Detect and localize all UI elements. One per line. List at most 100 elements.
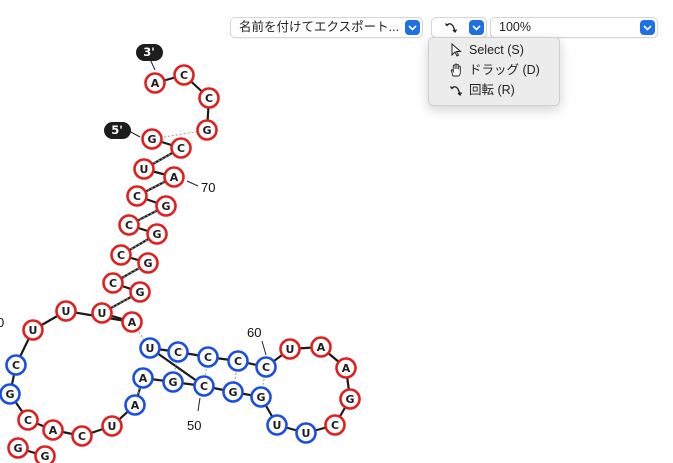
nucleotide-letter: C (125, 219, 133, 232)
nucleotide-letter: C (262, 361, 270, 374)
nucleotide[interactable]: G (7, 437, 29, 459)
nucleotide-letter: C (177, 142, 185, 155)
nucleotide[interactable]: C (193, 375, 215, 397)
nucleotide[interactable]: A (310, 336, 332, 358)
nucleotide[interactable]: C (71, 425, 93, 447)
nucleotide-letter: C (24, 414, 32, 427)
toolbar: 名前を付けてエクスポート... 100% (0, 0, 673, 40)
menu-item-select[interactable]: Select (S) (429, 40, 559, 60)
nucleotide[interactable]: G (146, 223, 168, 245)
nucleotide[interactable]: C (102, 272, 124, 294)
nucleotide-letter: A (128, 316, 137, 329)
nucleotide-letter: C (109, 277, 117, 290)
nucleotide[interactable]: G (155, 195, 177, 217)
nucleotide-letter: U (108, 420, 117, 433)
chevron-down-icon (640, 20, 655, 35)
nucleotide[interactable]: G (141, 128, 163, 150)
nucleotide[interactable]: A (124, 394, 146, 416)
nucleotide[interactable]: G (162, 371, 184, 393)
nucleotide[interactable]: G (0, 383, 21, 405)
nucleotide[interactable]: A (335, 357, 357, 379)
nucleotide[interactable]: G (222, 381, 244, 403)
tool-menu: Select (S) ドラッグ (D) 回転 (R) (428, 37, 560, 106)
position-number: 0 (0, 315, 4, 330)
nucleotide[interactable]: U (22, 319, 44, 341)
nucleotide[interactable]: G (196, 119, 218, 141)
nucleotide[interactable]: C (5, 354, 27, 376)
nucleotide-letter: C (117, 249, 125, 262)
nucleotide[interactable]: A (132, 367, 154, 389)
nucleotide-letter: C (204, 351, 212, 364)
nucleotide[interactable]: G (137, 252, 159, 274)
nucleotide-letter: A (151, 77, 160, 90)
nucleotide[interactable]: C (255, 356, 277, 378)
nucleotide[interactable]: A (42, 419, 64, 441)
nucleotide[interactable]: C (17, 409, 39, 431)
tool-dropdown[interactable] (431, 17, 487, 38)
nucleotide[interactable]: U (55, 300, 77, 322)
nucleotide-letter: G (256, 391, 265, 404)
position-number: 70 (201, 180, 215, 195)
nucleotide-letter: C (205, 92, 213, 105)
label-tick (261, 340, 267, 356)
label-tick (186, 180, 199, 187)
nucleotide[interactable]: G (129, 281, 151, 303)
nucleotide[interactable]: A (144, 72, 166, 94)
nucleotide[interactable]: U (91, 302, 113, 324)
five-prime-end-label: 5' (104, 122, 131, 139)
nucleotide-letter: C (234, 355, 242, 368)
chevron-down-icon (405, 20, 420, 35)
zoom-dropdown[interactable]: 100% (490, 17, 658, 38)
nucleotide[interactable]: C (227, 350, 249, 372)
nucleotide[interactable]: U (133, 158, 155, 180)
position-number: 50 (187, 418, 201, 433)
nucleotide-letter: G (152, 228, 161, 241)
nucleotide[interactable]: C (110, 244, 132, 266)
label-tick (197, 397, 201, 412)
nucleotide[interactable]: C (167, 341, 189, 363)
nucleotide[interactable]: C (170, 137, 192, 159)
nucleotide-letter: C (133, 190, 141, 203)
nucleotide[interactable]: U (101, 415, 123, 437)
backbone-lines (8, 73, 352, 458)
nucleotide[interactable]: C (126, 185, 148, 207)
nucleotide-letter: C (200, 380, 208, 393)
menu-item-drag[interactable]: ドラッグ (D) (429, 60, 559, 80)
nucleotide[interactable]: G (34, 445, 56, 463)
nucleotide-letter: U (273, 419, 282, 432)
nucleotide[interactable]: U (295, 422, 317, 444)
nucleotide[interactable]: C (324, 414, 346, 436)
menu-item-label: ドラッグ (D) (469, 63, 540, 77)
nucleotide[interactable]: U (279, 338, 301, 360)
nucleotide-letter: C (174, 346, 182, 359)
nucleotide-letter: U (286, 343, 295, 356)
nucleotide[interactable]: C (173, 64, 195, 86)
nucleotide-letter: U (29, 324, 38, 337)
nucleotide[interactable]: A (163, 166, 185, 188)
nucleotide[interactable]: A (121, 311, 143, 333)
rna-structure-canvas[interactable]: ACCGGCUACGCGCGCGUAUUCGCA CUAA G CU C C C CU AAGC… (0, 0, 673, 463)
zoom-dropdown-label: 100% (499, 20, 531, 34)
nucleotide[interactable]: G (339, 388, 361, 410)
nucleotide-letter: U (146, 342, 155, 355)
nucleotide[interactable]: C (118, 214, 140, 236)
end-badge-text: 3' (143, 45, 155, 59)
menu-item-label: 回転 (R) (469, 83, 515, 97)
nucleotide-letter: G (143, 257, 152, 270)
nucleotide-letter: G (345, 393, 354, 406)
nucleotide[interactable]: U (266, 414, 288, 436)
nucleotide[interactable]: G (250, 386, 272, 408)
nucleotide[interactable]: C (197, 346, 219, 368)
rotate-icon (449, 83, 463, 103)
nucleotide[interactable]: U (139, 337, 161, 359)
nucleotide-letter: G (13, 442, 22, 455)
nucleotide-letter: G (228, 386, 237, 399)
export-dropdown[interactable]: 名前を付けてエクスポート... (230, 17, 423, 38)
nucleotide-letter: G (202, 124, 211, 137)
export-dropdown-label: 名前を付けてエクスポート... (239, 20, 400, 34)
nucleotide-letter: C (78, 430, 86, 443)
nucleotide-letter: G (168, 376, 177, 389)
nucleotide-letter: G (5, 388, 14, 401)
menu-item-rotate[interactable]: 回転 (R) (429, 80, 559, 100)
nucleotide[interactable]: C (198, 87, 220, 109)
